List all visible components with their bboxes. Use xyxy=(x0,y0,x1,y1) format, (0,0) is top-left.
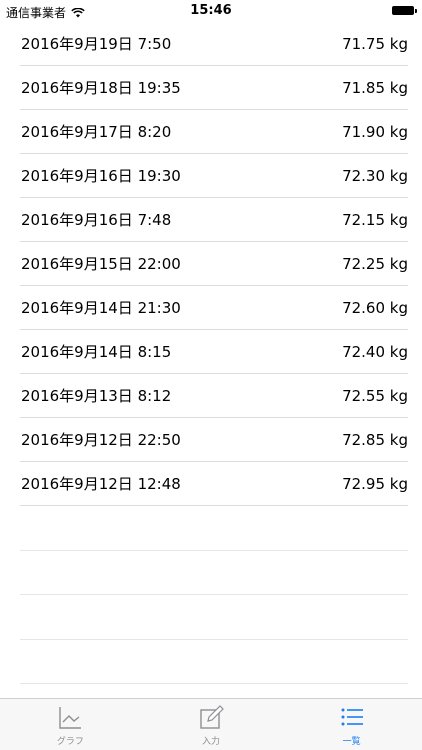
entry-date: 2016年9月16日 7:48 xyxy=(21,211,172,229)
entry-weight: 71.75 kg xyxy=(342,34,408,53)
entry-weight: 72.15 kg xyxy=(342,210,408,229)
empty-row xyxy=(20,551,408,596)
weight-list[interactable]: 2016年9月19日 7:50 71.75 kg 2016年9月18日 19:35 7… xyxy=(20,22,408,685)
tab-graph[interactable]: グラフ xyxy=(0,699,141,750)
entry-weight: 72.95 kg xyxy=(342,474,408,493)
entry-weight: 72.40 kg xyxy=(342,342,408,361)
tab-list[interactable]: 一覧 xyxy=(281,699,422,750)
list-item[interactable]: 2016年9月19日 7:50 71.75 kg xyxy=(20,22,408,66)
list-item[interactable]: 2016年9月16日 7:48 72.15 kg xyxy=(20,198,408,242)
status-bar: 通信事業者 15:46 xyxy=(0,0,422,22)
status-time: 15:46 xyxy=(190,3,232,18)
list-item[interactable]: 2016年9月13日 8:12 72.55 kg xyxy=(20,374,408,418)
tab-bar: グラフ 入力 一覧 xyxy=(0,698,422,750)
entry-date: 2016年9月18日 19:35 xyxy=(21,79,181,97)
tab-list-label: 一覧 xyxy=(342,737,361,747)
list-item[interactable]: 2016年9月15日 22:00 72.25 kg xyxy=(20,242,408,286)
tab-input-label: 入力 xyxy=(202,737,221,747)
entry-weight: 71.85 kg xyxy=(342,78,408,97)
entry-weight: 72.60 kg xyxy=(342,298,408,317)
entry-weight: 71.90 kg xyxy=(342,122,408,141)
tab-input[interactable]: 入力 xyxy=(141,699,282,750)
entry-date: 2016年9月13日 8:12 xyxy=(21,387,172,405)
empty-row xyxy=(20,595,408,640)
list-item[interactable]: 2016年9月18日 19:35 71.85 kg xyxy=(20,66,408,110)
empty-row xyxy=(20,640,408,685)
entry-date: 2016年9月17日 8:20 xyxy=(21,123,172,141)
entry-date: 2016年9月19日 7:50 xyxy=(21,35,172,53)
entry-date: 2016年9月14日 8:15 xyxy=(21,343,172,361)
empty-row xyxy=(20,506,408,551)
edit-icon xyxy=(200,705,224,729)
entry-date: 2016年9月12日 22:50 xyxy=(21,431,181,449)
list-item[interactable]: 2016年9月12日 12:48 72.95 kg xyxy=(20,462,408,506)
list-item[interactable]: 2016年9月12日 22:50 72.85 kg xyxy=(20,418,408,462)
entry-weight: 72.30 kg xyxy=(342,166,408,185)
entry-date: 2016年9月15日 22:00 xyxy=(21,255,181,273)
list-icon xyxy=(341,708,363,726)
battery-icon xyxy=(392,6,417,15)
list-item[interactable]: 2016年9月14日 21:30 72.60 kg xyxy=(20,286,408,330)
list-item[interactable]: 2016年9月14日 8:15 72.40 kg xyxy=(20,330,408,374)
graph-icon xyxy=(59,707,82,729)
tab-graph-label: グラフ xyxy=(56,737,84,747)
entry-date: 2016年9月14日 21:30 xyxy=(21,299,181,317)
list-item[interactable]: 2016年9月16日 19:30 72.30 kg xyxy=(20,154,408,198)
entry-weight: 72.25 kg xyxy=(342,254,408,273)
entry-date: 2016年9月16日 19:30 xyxy=(21,167,181,185)
list-item[interactable]: 2016年9月17日 8:20 71.90 kg xyxy=(20,110,408,154)
entry-date: 2016年9月12日 12:48 xyxy=(21,475,181,493)
entry-weight: 72.55 kg xyxy=(342,386,408,405)
entry-weight: 72.85 kg xyxy=(342,430,408,449)
